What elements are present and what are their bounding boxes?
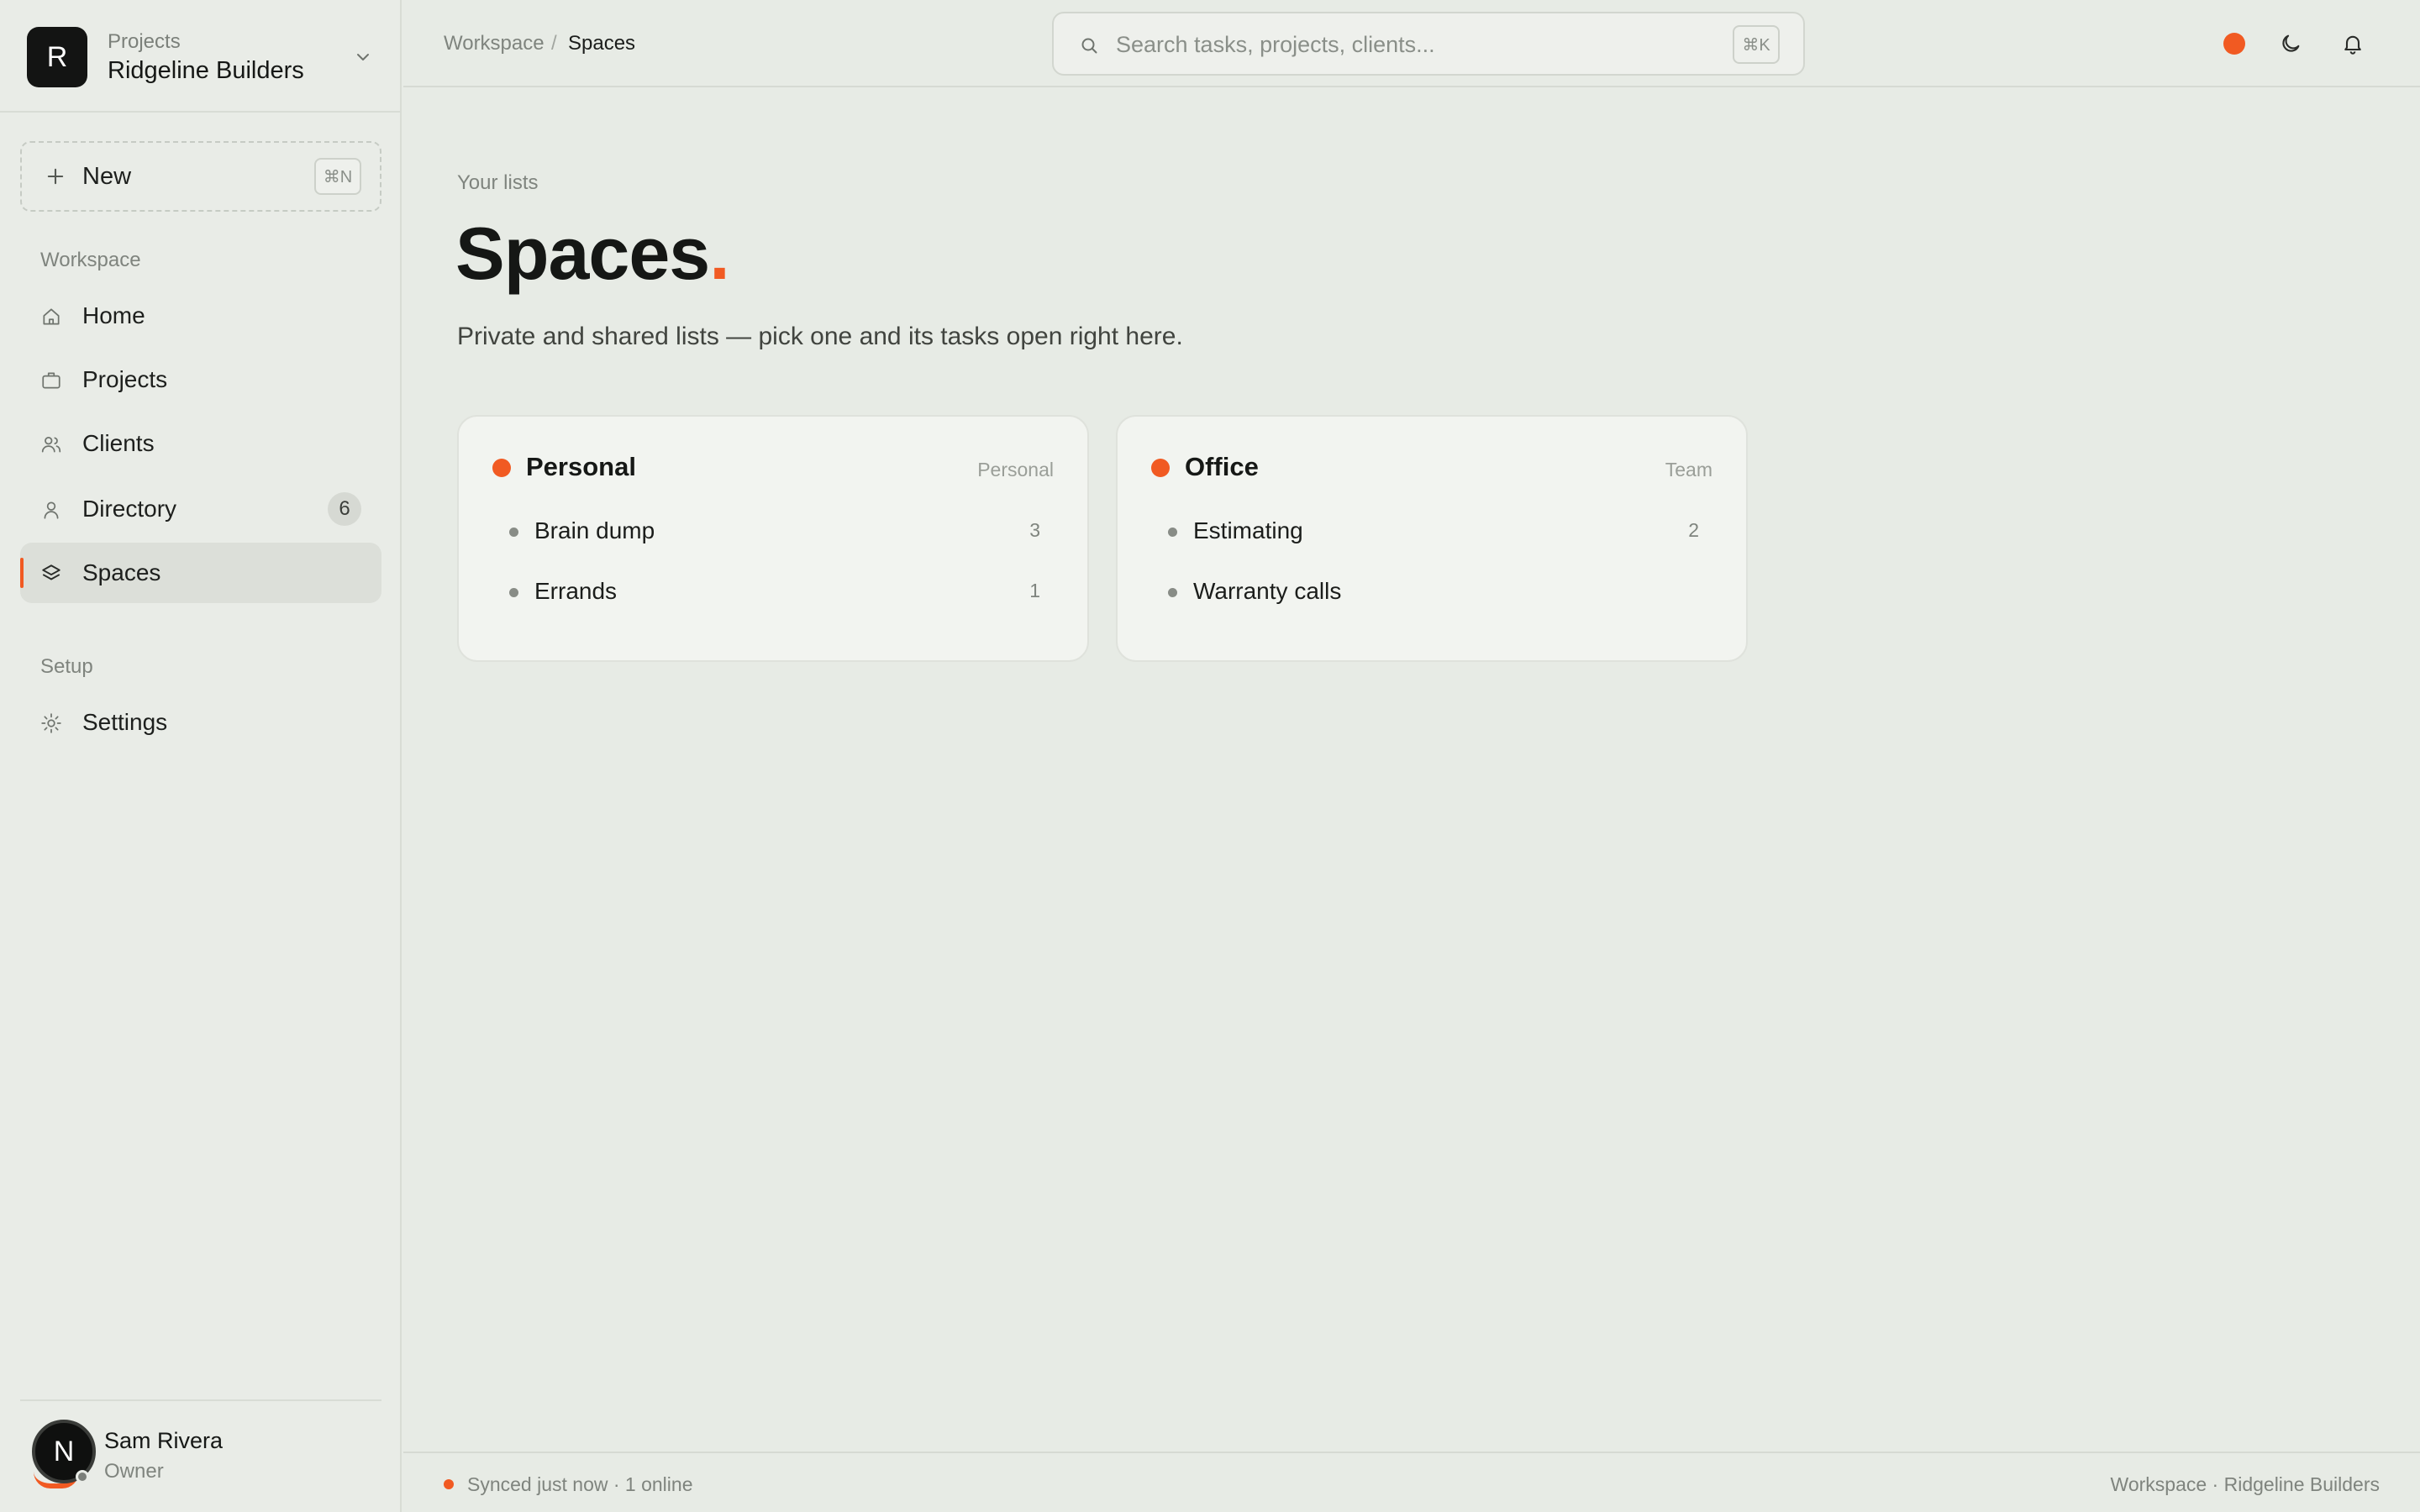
workspace-kicker: Projects <box>108 30 181 53</box>
sidebar-item-label: Settings <box>82 709 168 735</box>
list-bullet <box>1168 588 1177 597</box>
sidebar-section-workspace: Workspace <box>40 249 141 271</box>
presence-indicator <box>76 1470 89 1483</box>
user-icon <box>44 501 59 519</box>
list-item[interactable]: Warranty calls <box>1160 573 1706 615</box>
new-button[interactable]: New ⌘N <box>20 141 381 212</box>
sidebar-item-clients[interactable]: Clients <box>20 413 381 474</box>
space-type-tag: Team <box>1665 459 1712 480</box>
sidebar-item-label: Home <box>82 302 145 328</box>
list-label: Warranty calls <box>1193 578 1342 604</box>
space-color-dot <box>1151 459 1170 477</box>
sidebar-item-label: Directory <box>82 496 177 522</box>
workspace-name: Ridgeline Builders <box>108 57 304 84</box>
sidebar-section-setup: Setup <box>40 655 93 678</box>
workspace-switcher[interactable]: R Projects Ridgeline Builders <box>0 0 400 113</box>
space-color-dot <box>492 459 511 477</box>
sidebar-item-home[interactable]: Home <box>20 286 381 346</box>
list-task-count: 3 <box>1029 519 1040 541</box>
space-card-office[interactable]: Office Team Estimating 2 Warranty calls <box>1116 415 1748 662</box>
new-button-label: New <box>82 163 132 190</box>
sidebar-item-projects[interactable]: Projects <box>20 349 381 410</box>
workspace-logo: R <box>27 27 87 87</box>
user-name: Sam Rivera <box>104 1428 224 1453</box>
search-input[interactable] <box>1116 25 1704 64</box>
search-icon <box>1081 38 1097 54</box>
sidebar-item-spaces[interactable]: Spaces <box>20 543 381 603</box>
page-title-accent: . <box>709 212 729 295</box>
page-title-text: Spaces <box>455 212 710 295</box>
page-subtitle: Private and shared lists — pick one and … <box>457 323 1183 350</box>
sync-status-dot <box>444 1479 454 1489</box>
search-bar[interactable]: ⌘K <box>1052 12 1805 76</box>
status-bar: Synced just now · 1 online Workspace · R… <box>403 1452 2420 1512</box>
moon-icon[interactable] <box>2279 32 2302 55</box>
sidebar-item-label: Spaces <box>82 559 161 585</box>
breadcrumb-separator: / <box>551 32 557 55</box>
briefcase-icon <box>42 372 60 389</box>
home-icon <box>43 308 60 325</box>
user-role: Owner <box>104 1460 164 1483</box>
breadcrumb-current: Spaces <box>568 32 636 55</box>
page-kicker: Your lists <box>457 171 539 194</box>
layers-icon <box>42 564 60 580</box>
list-task-count: 2 <box>1688 519 1699 541</box>
list-task-count: 1 <box>1029 580 1040 601</box>
list-item[interactable]: Errands 1 <box>501 573 1047 615</box>
space-title: Personal <box>526 452 636 481</box>
sidebar-item-label: Projects <box>82 366 168 392</box>
space-title: Office <box>1185 452 1259 481</box>
list-bullet <box>1168 528 1177 537</box>
status-indicator[interactable] <box>2223 33 2245 55</box>
new-shortcut-hint: ⌘N <box>314 158 361 195</box>
topbar: Workspace / Spaces ⌘K <box>403 0 2420 87</box>
users-icon <box>41 437 61 453</box>
list-bullet <box>509 528 518 537</box>
workspace-footer-label: Workspace · Ridgeline Builders <box>2110 1473 2380 1495</box>
list-label: Estimating <box>1193 517 1303 543</box>
sidebar-item-directory[interactable]: Directory 6 <box>20 479 381 539</box>
breadcrumb-parent[interactable]: Workspace <box>444 32 544 55</box>
gear-icon <box>41 713 61 733</box>
bell-icon[interactable] <box>2341 32 2365 55</box>
directory-count-badge: 6 <box>328 492 361 526</box>
sync-status-text: Synced just now · 1 online <box>467 1473 693 1495</box>
sidebar-item-label: Clients <box>82 430 155 456</box>
list-bullet <box>509 588 518 597</box>
list-item[interactable]: Brain dump 3 <box>501 512 1047 554</box>
plus-icon <box>47 168 64 185</box>
page-title: Spaces. <box>455 212 730 295</box>
app-root: R Projects Ridgeline Builders New ⌘N Wor… <box>0 0 2420 1512</box>
main-content: Your lists Spaces. Private and shared li… <box>403 89 2420 1452</box>
list-label: Brain dump <box>534 517 655 543</box>
list-item[interactable]: Estimating 2 <box>1160 512 1706 554</box>
search-shortcut-hint: ⌘K <box>1733 25 1780 64</box>
list-label: Errands <box>534 578 618 604</box>
space-type-tag: Personal <box>977 459 1054 480</box>
user-menu[interactable]: N Sam Rivera Owner <box>20 1399 381 1512</box>
space-card-personal[interactable]: Personal Personal Brain dump 3 Errands 1 <box>457 415 1089 662</box>
sidebar: R Projects Ridgeline Builders New ⌘N Wor… <box>0 0 402 1512</box>
chevron-down-icon[interactable] <box>353 47 373 67</box>
sidebar-item-settings[interactable]: Settings <box>20 692 381 753</box>
